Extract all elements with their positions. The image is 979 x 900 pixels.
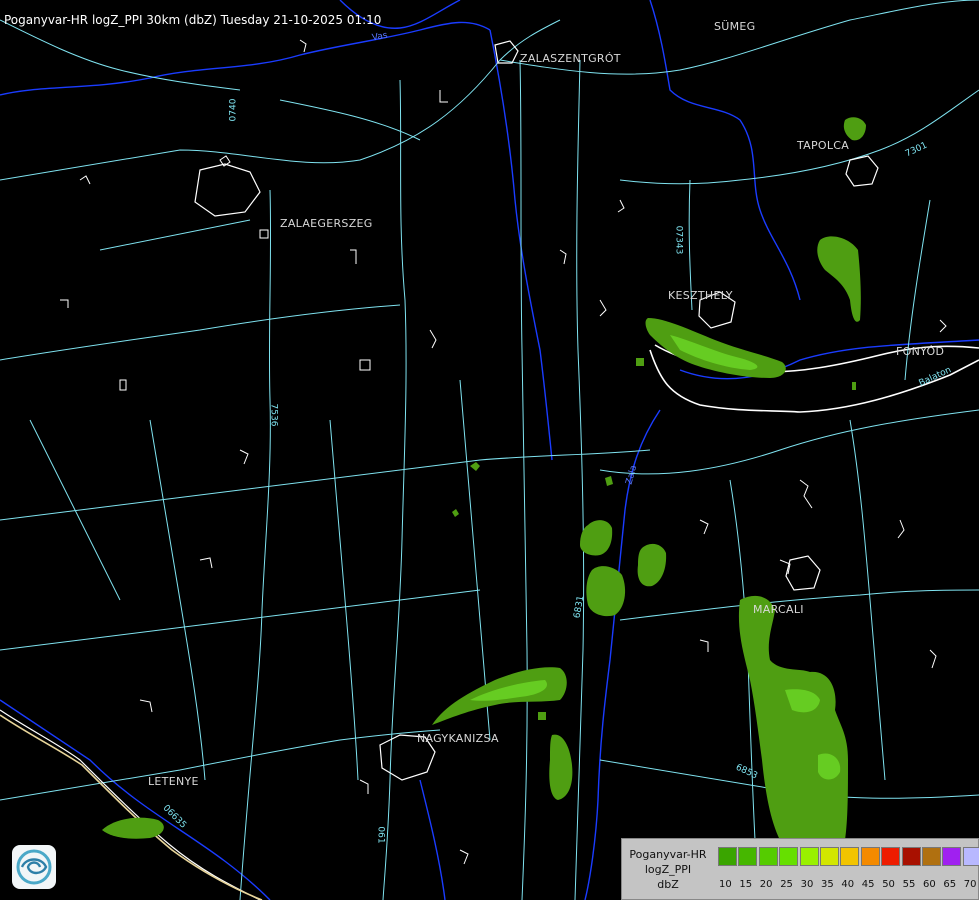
echo-marcali — [738, 595, 848, 840]
echo-small-2 — [452, 509, 459, 517]
legend-swatch-30 — [799, 847, 819, 866]
legend-swatch-15 — [738, 847, 758, 866]
legend-swatch-10 — [718, 847, 737, 866]
city-label-zalaszentgrot: ZALASZENTGRÓT — [520, 52, 621, 65]
echo-small-4 — [636, 358, 644, 366]
legend-swatch-35 — [820, 847, 839, 866]
legend-tick-50: 50 — [882, 879, 895, 890]
legend-tick-60: 60 — [923, 879, 936, 890]
town-marcali — [785, 555, 821, 591]
legend-tick-25: 25 — [780, 879, 793, 890]
city-label-fonyod: FONYÓD — [896, 345, 945, 358]
road-label-7536: 7536 — [268, 403, 279, 427]
legend-tick-45: 45 — [861, 879, 875, 890]
road-label-0740: 0740 — [228, 98, 239, 122]
legend-swatch-45 — [860, 847, 880, 866]
echo-central-2 — [586, 566, 626, 617]
legend-swatch-50 — [881, 847, 901, 866]
town-tapolca — [845, 155, 879, 187]
echo-tapolca-north — [843, 117, 866, 141]
echo-tapolca — [817, 236, 861, 322]
legend-tick-15: 15 — [739, 879, 753, 890]
legend-title: Poganyvar-HR logZ_PPI dbZ — [624, 847, 712, 892]
river-east — [649, 0, 801, 301]
city-label-nagykanizsa: NAGYKANIZSA — [417, 732, 499, 745]
city-label-tapolca: TAPOLCA — [797, 139, 850, 152]
legend-tick-65: 65 — [943, 879, 957, 890]
town-zalaegerszeg — [194, 163, 261, 217]
echo-south-1 — [549, 734, 573, 800]
echo-small-5 — [852, 382, 856, 390]
dbz-legend: Poganyvar-HR logZ_PPI dbZ 10 15 20 25 30 35 40… — [621, 838, 979, 900]
radar-map — [0, 0, 979, 900]
town-zalaszentgrot — [494, 40, 519, 64]
radar-service-logo-icon — [12, 845, 56, 889]
legend-tick-10: 10 — [719, 879, 732, 890]
legend-swatch-20 — [758, 847, 778, 866]
legend-tick-70: 70 — [963, 879, 977, 890]
legend-title-radar: Poganyvar-HR — [629, 848, 707, 861]
legend-title-unit: dbZ — [657, 878, 679, 891]
city-label-sumeg: SÜMEG — [714, 20, 756, 33]
echo-central-1 — [580, 520, 613, 556]
echo-central-3 — [637, 543, 667, 587]
legend-swatch-60 — [922, 847, 941, 866]
river-southwest — [419, 779, 446, 900]
echo-small-6 — [538, 712, 546, 720]
city-label-marcali: MARCALI — [753, 603, 804, 616]
legend-swatch-40 — [840, 847, 860, 866]
echo-small-3 — [605, 476, 613, 486]
legend-swatch-55 — [901, 847, 921, 866]
road-label-07343: 07343 — [673, 225, 684, 255]
map-title: Poganyvar-HR logZ_PPI 30km (dbZ) Tuesday… — [4, 13, 382, 27]
legend-tick-55: 55 — [902, 879, 916, 890]
legend-swatch-25 — [779, 847, 799, 866]
echo-letenye — [102, 817, 164, 839]
river-south-canal — [584, 409, 661, 900]
legend-swatch-65 — [942, 847, 962, 866]
city-label-keszthely: KESZTHELY — [668, 289, 733, 302]
legend-swatch-70 — [962, 847, 979, 866]
legend-tick-30: 30 — [800, 879, 814, 890]
legend-tick-40: 40 — [841, 879, 855, 890]
legend-tick-20: 20 — [759, 879, 773, 890]
river-zala — [0, 21, 491, 96]
legend-title-product: logZ_PPI — [644, 863, 692, 876]
road-label-061: 061 — [375, 826, 386, 844]
legend-tick-35: 35 — [821, 879, 834, 890]
echo-small-1 — [470, 462, 480, 471]
city-label-letenye: LETENYE — [148, 775, 199, 788]
city-label-zalaegerszeg: ZALAEGERSZEG — [280, 217, 373, 230]
